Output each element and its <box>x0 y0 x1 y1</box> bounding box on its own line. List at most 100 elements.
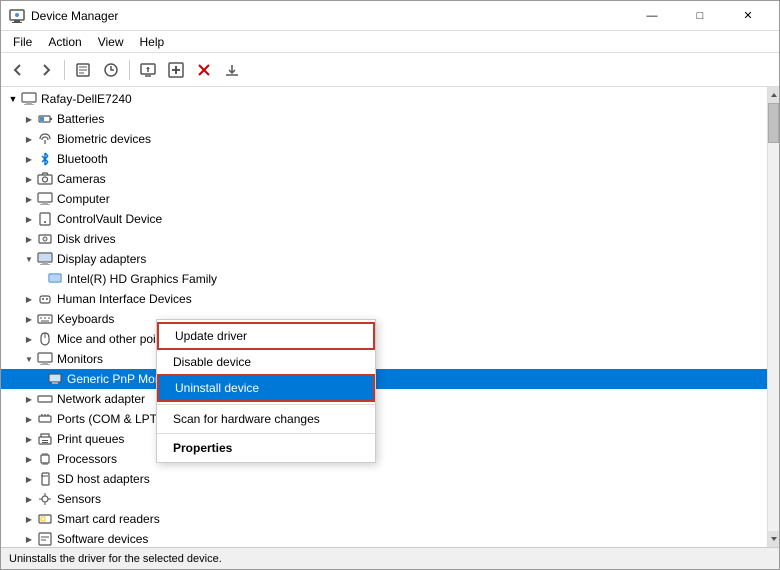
tree-toggle[interactable]: ▼ <box>21 351 37 367</box>
tree-item[interactable]: ▶Batteries <box>1 109 767 129</box>
scroll-up[interactable] <box>768 87 779 103</box>
monitor-icon <box>37 351 53 367</box>
close-button[interactable]: ✕ <box>725 1 771 31</box>
tree-item-label: Intel(R) HD Graphics Family <box>67 272 217 286</box>
tree-toggle[interactable]: ▶ <box>21 211 37 227</box>
menu-file[interactable]: File <box>5 33 40 51</box>
tree-item[interactable]: ▶Biometric devices <box>1 129 767 149</box>
tree-toggle[interactable]: ▶ <box>21 531 37 547</box>
tree-item-label: Disk drives <box>57 232 116 246</box>
display-icon <box>37 251 53 267</box>
status-text: Uninstalls the driver for the selected d… <box>9 553 222 565</box>
tree-toggle[interactable]: ▶ <box>21 391 37 407</box>
tree-item[interactable]: ▶Keyboards <box>1 309 767 329</box>
device-tree[interactable]: ▼ Rafay-DellE7240 ▶Batteries▶Biometric d… <box>1 87 767 547</box>
tree-item[interactable]: ▶ Network adapter <box>1 389 767 409</box>
forward-button[interactable] <box>33 57 59 83</box>
tree-item-label: Smart card readers <box>57 512 160 526</box>
tree-root[interactable]: ▼ Rafay-DellE7240 <box>1 89 767 109</box>
tree-item[interactable]: ▶ Smart card readers <box>1 509 767 529</box>
app-icon <box>9 8 25 24</box>
tree-item-label: Display adapters <box>57 252 146 266</box>
tree-item-label: Network adapter <box>57 392 145 406</box>
computer-icon <box>21 91 37 107</box>
tree-item[interactable]: ▶ Print queues <box>1 429 767 449</box>
tree-toggle[interactable]: ▶ <box>21 311 37 327</box>
ctx-uninstall-device[interactable]: Uninstall device <box>157 374 375 402</box>
tree-items: ▶Batteries▶Biometric devices▶Bluetooth▶C… <box>1 109 767 547</box>
tree-toggle <box>31 271 47 287</box>
tree-toggle[interactable]: ▶ <box>21 171 37 187</box>
back-button[interactable] <box>5 57 31 83</box>
tree-item[interactable]: ▶Mice and other pointing devices <box>1 329 767 349</box>
bluetooth-icon <box>37 151 53 167</box>
print-icon <box>37 431 53 447</box>
tree-item-label: Print queues <box>57 432 124 446</box>
toolbar <box>1 53 779 87</box>
tree-item[interactable]: ▶ControlVault Device <box>1 209 767 229</box>
download-button[interactable] <box>219 57 245 83</box>
tree-toggle[interactable]: ▶ <box>21 231 37 247</box>
sd-icon <box>37 471 53 487</box>
tree-toggle[interactable]: ▶ <box>21 451 37 467</box>
toolbar-separator-1 <box>64 60 65 80</box>
maximize-button[interactable]: □ <box>677 1 723 31</box>
tree-toggle[interactable]: ▶ <box>21 511 37 527</box>
tree-item[interactable]: ▶ SD host adapters <box>1 469 767 489</box>
tree-item[interactable]: ▼Monitors <box>1 349 767 369</box>
remove-button[interactable] <box>191 57 217 83</box>
menu-view[interactable]: View <box>90 33 132 51</box>
properties-button[interactable] <box>70 57 96 83</box>
menu-help[interactable]: Help <box>132 33 173 51</box>
update-driver-tb-button[interactable] <box>135 57 161 83</box>
monitor-child-icon <box>47 371 63 387</box>
tree-item[interactable]: ▶Sensors <box>1 489 767 509</box>
add-driver-button[interactable] <box>163 57 189 83</box>
tree-item[interactable]: ▶ Disk drives <box>1 229 767 249</box>
root-toggle[interactable]: ▼ <box>5 91 21 107</box>
tree-toggle[interactable]: ▶ <box>21 111 37 127</box>
processor-icon <box>37 451 53 467</box>
ctx-properties[interactable]: Properties <box>157 436 375 460</box>
tree-toggle[interactable]: ▶ <box>21 291 37 307</box>
ctx-scan-hardware[interactable]: Scan for hardware changes <box>157 407 375 431</box>
ctx-disable-device[interactable]: Disable device <box>157 350 375 374</box>
tree-toggle[interactable]: ▶ <box>21 431 37 447</box>
tree-item-label: Human Interface Devices <box>57 292 192 306</box>
scroll-area <box>768 103 779 531</box>
tree-toggle[interactable]: ▶ <box>21 471 37 487</box>
tree-item[interactable]: ▶ Human Interface Devices <box>1 289 767 309</box>
tree-toggle[interactable]: ▶ <box>21 411 37 427</box>
context-menu: Update driver Disable device Uninstall d… <box>156 319 376 463</box>
tree-item[interactable]: ▼ Display adapters <box>1 249 767 269</box>
menu-action[interactable]: Action <box>40 33 89 51</box>
tree-toggle[interactable]: ▼ <box>21 251 37 267</box>
scroll-thumb[interactable] <box>768 103 779 143</box>
tree-toggle[interactable]: ▶ <box>21 131 37 147</box>
tree-item[interactable]: ▶Bluetooth <box>1 149 767 169</box>
scrollbar-track[interactable] <box>767 87 779 547</box>
root-label: Rafay-DellE7240 <box>41 92 132 106</box>
tree-item[interactable]: ▶ Software devices <box>1 529 767 547</box>
camera-icon <box>37 171 53 187</box>
ctx-separator-2 <box>157 433 375 434</box>
tree-toggle[interactable]: ▶ <box>21 491 37 507</box>
tree-toggle[interactable]: ▶ <box>21 191 37 207</box>
main-area: ▼ Rafay-DellE7240 ▶Batteries▶Biometric d… <box>1 87 779 547</box>
tree-item[interactable]: ▶Computer <box>1 189 767 209</box>
tree-item[interactable]: ▶Cameras <box>1 169 767 189</box>
tree-item-label: Software devices <box>57 532 148 546</box>
ctx-separator <box>157 404 375 405</box>
tree-item[interactable]: Intel(R) HD Graphics Family <box>1 269 767 289</box>
display-child-icon <box>47 271 63 287</box>
scan-button[interactable] <box>98 57 124 83</box>
scroll-down[interactable] <box>768 531 779 547</box>
tree-toggle[interactable]: ▶ <box>21 151 37 167</box>
tree-toggle[interactable]: ▶ <box>21 331 37 347</box>
tree-item[interactable]: ▶Ports (COM & LPT) <box>1 409 767 429</box>
tree-item[interactable]: Generic PnP Monitor <box>1 369 767 389</box>
tree-item-label: SD host adapters <box>57 472 150 486</box>
tree-item[interactable]: ▶Processors <box>1 449 767 469</box>
ctx-update-driver[interactable]: Update driver <box>157 322 375 350</box>
minimize-button[interactable]: — <box>629 1 675 31</box>
